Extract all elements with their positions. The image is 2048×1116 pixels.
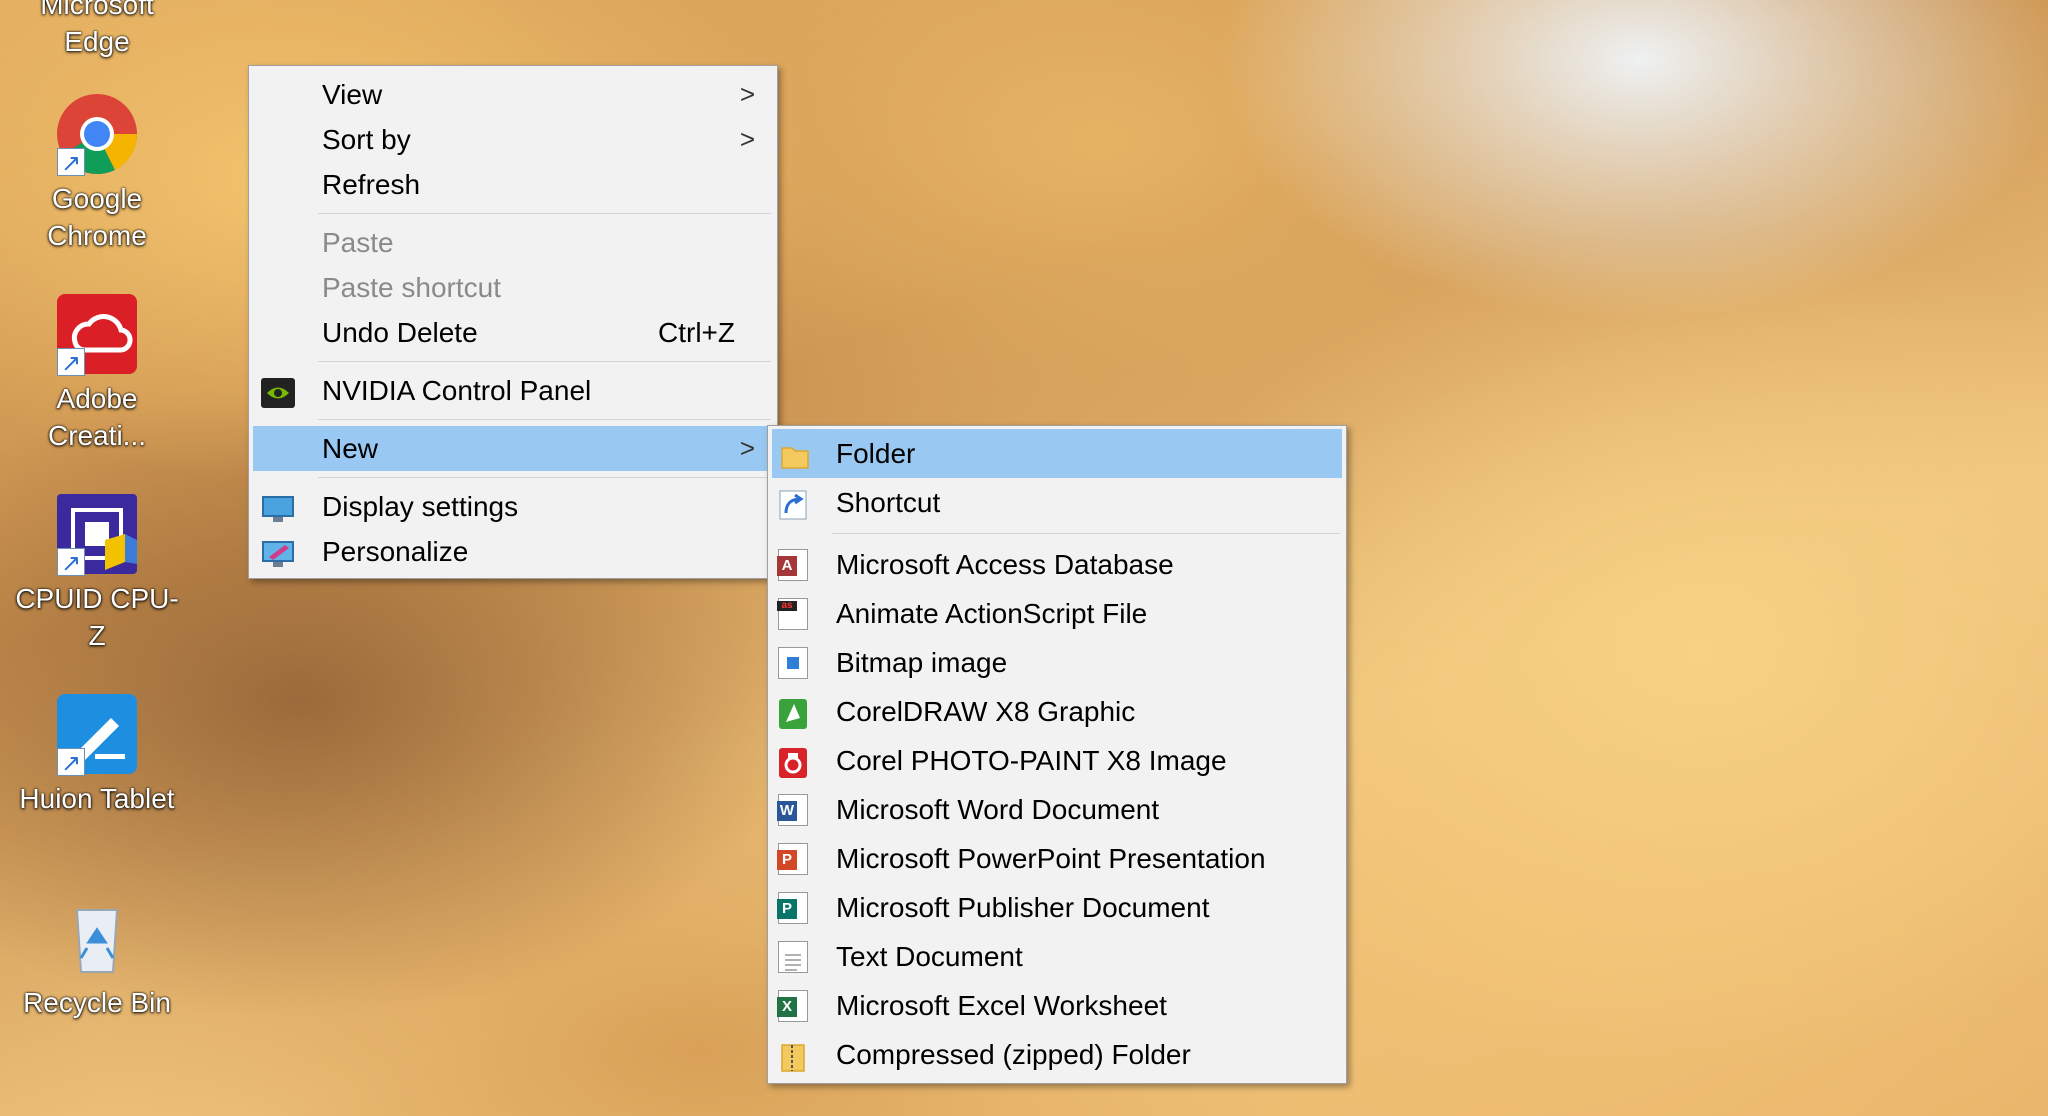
zip-folder-icon — [778, 1039, 808, 1072]
text-document-icon — [778, 941, 808, 973]
excel-worksheet-icon: X — [777, 990, 808, 1022]
desktop-icon-label: Adobe — [56, 383, 138, 414]
submenu-item-label: Folder — [836, 438, 916, 469]
menu-item-label: NVIDIA Control Panel — [322, 375, 592, 406]
desktop-icon-label: Recycle Bin — [23, 987, 171, 1018]
submenu-item-label: Bitmap image — [836, 647, 1008, 678]
word-document-icon: W — [777, 794, 808, 826]
submenu-item-label: Corel PHOTO-PAINT X8 Image — [836, 745, 1227, 776]
submenu-item-powerpoint-presentation[interactable]: P Microsoft PowerPoint Presentation — [768, 834, 1346, 883]
huion-tablet-icon — [55, 692, 139, 782]
menu-item-sort-by[interactable]: Sort by > — [249, 117, 777, 162]
submenu-item-label: Compressed (zipped) Folder — [836, 1039, 1191, 1070]
chevron-right-icon: > — [739, 124, 755, 154]
menu-separator — [318, 213, 771, 214]
chrome-icon — [55, 92, 139, 182]
submenu-item-animate-actionscript[interactable]: as Animate ActionScript File — [768, 589, 1346, 638]
submenu-item-publisher-document[interactable]: P Microsoft Publisher Document — [768, 883, 1346, 932]
menu-separator — [318, 361, 771, 362]
desktop-icon-cpuz[interactable]: CPUID CPU-Z — [12, 492, 182, 654]
chevron-right-icon: > — [739, 433, 755, 463]
adobe-creative-cloud-icon — [55, 292, 139, 382]
submenu-item-folder[interactable]: Folder — [772, 429, 1342, 478]
corel-photo-paint-icon — [778, 745, 808, 778]
nvidia-icon — [261, 376, 295, 408]
powerpoint-presentation-icon: P — [777, 843, 808, 875]
menu-item-label: Paste shortcut — [322, 272, 501, 303]
menu-item-shortcut: Ctrl+Z — [658, 317, 735, 348]
desktop-icon-adobe-creative-cloud[interactable]: Adobe Creati... — [12, 292, 182, 454]
submenu-item-text-document[interactable]: Text Document — [768, 932, 1346, 981]
menu-separator — [318, 419, 771, 420]
desktop-icon-label: Creati... — [47, 420, 147, 451]
recycle-bin-icon — [55, 896, 139, 980]
menu-item-nvidia-control-panel[interactable]: NVIDIA Control Panel — [249, 368, 777, 413]
desktop-icon-edge[interactable]: Microsoft Edge — [12, 0, 182, 60]
personalize-icon — [261, 537, 294, 567]
menu-separator — [832, 533, 1340, 534]
menu-item-label: New — [322, 433, 379, 464]
submenu-item-label: Microsoft PowerPoint Presentation — [836, 843, 1266, 874]
menu-item-label: Refresh — [322, 169, 421, 200]
submenu-item-label: Animate ActionScript File — [836, 598, 1148, 629]
submenu-item-label: Text Document — [836, 941, 1023, 972]
menu-item-display-settings[interactable]: Display settings — [249, 484, 777, 529]
monitor-icon — [261, 492, 294, 522]
submenu-item-label: Shortcut — [836, 487, 941, 518]
menu-item-undo-delete[interactable]: Undo Delete Ctrl+Z — [249, 310, 777, 355]
submenu-item-label: Microsoft Publisher Document — [836, 892, 1210, 923]
menu-item-label: Paste — [322, 227, 394, 258]
submenu-item-coreldraw-graphic[interactable]: CorelDRAW X8 Graphic — [768, 687, 1346, 736]
shortcut-arrow-icon — [57, 345, 85, 382]
submenu-item-bitmap-image[interactable]: Bitmap image — [768, 638, 1346, 687]
folder-icon — [780, 438, 810, 470]
desktop-icon-label: Google — [51, 183, 143, 214]
chevron-right-icon: > — [739, 79, 755, 109]
cpuz-icon — [55, 492, 139, 582]
shortcut-icon — [778, 487, 808, 520]
menu-item-paste: Paste — [249, 220, 777, 265]
submenu-item-label: CorelDRAW X8 Graphic — [836, 696, 1136, 727]
coreldraw-icon — [778, 696, 808, 729]
desktop-context-menu: View > Sort by > Refresh Paste Paste sho… — [248, 65, 778, 579]
submenu-item-label: Microsoft Word Document — [836, 794, 1160, 825]
desktop-icon-huion-tablet[interactable]: Huion Tablet — [12, 692, 182, 817]
shortcut-arrow-icon — [57, 145, 85, 182]
desktop-icon-label: Chrome — [47, 220, 147, 251]
desktop-icon-label: CPUID CPU-Z — [15, 583, 179, 651]
desktop-icon-label: Huion Tablet — [19, 783, 175, 814]
actionscript-file-icon: as — [777, 598, 808, 630]
submenu-item-label: Microsoft Access Database — [836, 549, 1174, 580]
submenu-item-label: Microsoft Excel Worksheet — [836, 990, 1167, 1021]
menu-separator — [318, 477, 771, 478]
menu-item-refresh[interactable]: Refresh — [249, 162, 777, 207]
menu-item-label: Personalize — [322, 536, 469, 567]
access-database-icon: A — [777, 549, 808, 581]
bitmap-image-icon — [778, 647, 808, 679]
submenu-item-corel-photo-paint[interactable]: Corel PHOTO-PAINT X8 Image — [768, 736, 1346, 785]
new-submenu: Folder Shortcut A Microsoft Access Datab… — [767, 425, 1347, 1084]
submenu-item-access-database[interactable]: A Microsoft Access Database — [768, 540, 1346, 589]
menu-item-label: Sort by — [322, 124, 411, 155]
menu-item-new[interactable]: New > — [253, 426, 773, 471]
menu-item-paste-shortcut: Paste shortcut — [249, 265, 777, 310]
menu-item-label: Display settings — [322, 491, 519, 522]
submenu-item-compressed-folder[interactable]: Compressed (zipped) Folder — [768, 1030, 1346, 1079]
shortcut-arrow-icon — [57, 745, 85, 782]
submenu-item-word-document[interactable]: W Microsoft Word Document — [768, 785, 1346, 834]
menu-item-label: Undo Delete — [322, 317, 478, 348]
desktop-icon-chrome[interactable]: Google Chrome — [12, 92, 182, 254]
publisher-document-icon: P — [777, 892, 808, 924]
menu-item-label: View — [322, 79, 383, 110]
desktop-icon-label: Edge — [64, 26, 130, 57]
submenu-item-shortcut[interactable]: Shortcut — [768, 478, 1346, 527]
desktop-icon-label: Microsoft — [40, 0, 154, 20]
menu-item-personalize[interactable]: Personalize — [249, 529, 777, 574]
submenu-item-excel-worksheet[interactable]: X Microsoft Excel Worksheet — [768, 981, 1346, 1030]
desktop-icon-recycle-bin[interactable]: Recycle Bin — [12, 896, 182, 1021]
menu-item-view[interactable]: View > — [249, 72, 777, 117]
shortcut-arrow-icon — [57, 545, 85, 582]
